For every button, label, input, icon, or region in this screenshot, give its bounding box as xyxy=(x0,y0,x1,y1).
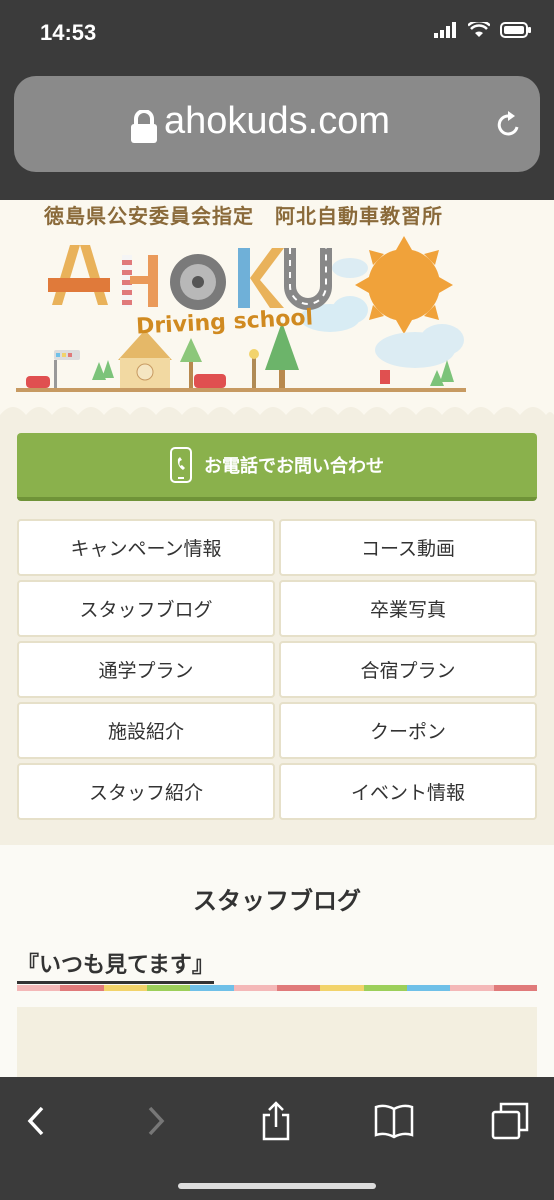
tabs-icon xyxy=(491,1102,529,1140)
status-bar: 14:53 xyxy=(0,0,554,70)
logo-letters xyxy=(48,245,332,310)
smartphone-icon xyxy=(170,447,192,483)
signal-icon xyxy=(434,22,456,38)
book-icon xyxy=(374,1104,414,1139)
url-text: ahokuds.com xyxy=(163,100,390,142)
blog-section: スタッフブログ 『いつも見てます』 xyxy=(0,845,554,1082)
browser-chrome: ahokuds.com xyxy=(0,70,554,200)
blog-section-title: スタッフブログ xyxy=(193,887,361,915)
blog-post-title[interactable]: 『いつも見てます』 xyxy=(17,947,214,984)
share-button[interactable] xyxy=(254,1099,298,1143)
address-bar[interactable]: ahokuds.com xyxy=(14,76,540,172)
menu-item-camp-plan[interactable]: 合宿プラン xyxy=(279,641,537,698)
status-icons xyxy=(434,22,532,38)
menu-item-facilities[interactable]: 施設紹介 xyxy=(17,702,275,759)
menu-item-events[interactable]: イベント情報 xyxy=(279,763,537,820)
car xyxy=(26,376,50,388)
forward-button[interactable] xyxy=(134,1099,178,1143)
nav-menu: キャンペーン情報 コース動画 スタッフブログ 卒業写真 通学プラン 合宿プラン … xyxy=(17,519,537,820)
menu-item-staff-blog[interactable]: スタッフブログ xyxy=(17,580,275,637)
blog-post-preview[interactable] xyxy=(17,1007,537,1082)
menu-item-campaign[interactable]: キャンペーン情報 xyxy=(17,519,275,576)
menu-item-graduation-photos[interactable]: 卒業写真 xyxy=(279,580,537,637)
chevron-left-icon xyxy=(27,1106,44,1136)
browser-toolbar xyxy=(0,1077,554,1200)
blog-color-stripe xyxy=(17,985,537,991)
home-indicator xyxy=(178,1183,376,1189)
share-icon xyxy=(262,1101,290,1141)
scallop-divider xyxy=(0,407,554,415)
back-button[interactable] xyxy=(14,1099,58,1143)
battery-icon xyxy=(500,22,531,38)
site-header[interactable]: 徳島県公安委員会指定 阿北自動車教習所 Driving school xyxy=(0,200,554,415)
menu-item-coupon[interactable]: クーポン xyxy=(279,702,537,759)
chevron-right-icon xyxy=(148,1106,165,1136)
reload-icon[interactable] xyxy=(496,110,522,138)
bookmarks-button[interactable] xyxy=(372,1099,416,1143)
status-time: 14:53 xyxy=(40,20,97,45)
phone-contact-button[interactable]: お電話でお問い合わせ xyxy=(17,433,537,501)
sun-icon xyxy=(355,236,453,334)
tabs-button[interactable] xyxy=(488,1099,532,1143)
wifi-icon xyxy=(468,22,490,37)
phone-contact-label: お電話でお問い合わせ xyxy=(204,456,384,477)
menu-item-staff-intro[interactable]: スタッフ紹介 xyxy=(17,763,275,820)
menu-item-commute-plan[interactable]: 通学プラン xyxy=(17,641,275,698)
menu-item-course-video[interactable]: コース動画 xyxy=(279,519,537,576)
